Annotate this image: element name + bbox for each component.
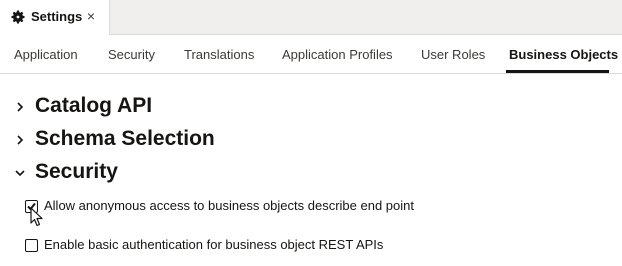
active-tab-indicator [506, 70, 609, 73]
section-title: Catalog API [35, 94, 153, 117]
tab-security[interactable]: Security [108, 47, 155, 62]
section-security[interactable]: Security [14, 158, 144, 186]
anonymous-access-option: Allow anonymous access to business objec… [25, 198, 425, 216]
section-title: Security [35, 160, 118, 183]
basic-auth-checkbox[interactable] [25, 239, 38, 252]
settings-tab-title: Settings [31, 9, 83, 24]
section-catalog-api[interactable]: Catalog API [14, 92, 174, 120]
anonymous-access-label[interactable]: Allow anonymous access to business objec… [44, 198, 414, 214]
gear-icon [11, 10, 25, 24]
section-schema-selection[interactable]: Schema Selection [14, 125, 234, 153]
basic-auth-label[interactable]: Enable basic authentication for business… [44, 237, 383, 253]
section-title: Schema Selection [35, 127, 215, 150]
chevron-down-icon [14, 166, 26, 178]
basic-auth-option: Enable basic authentication for business… [25, 237, 405, 255]
settings-editor-tab[interactable]: Settings × [0, 0, 110, 35]
mouse-pointer-icon [30, 207, 44, 227]
tab-application[interactable]: Application [14, 47, 78, 62]
chevron-right-icon [14, 100, 26, 112]
tab-business-objects[interactable]: Business Objects [509, 47, 618, 62]
chevron-right-icon [14, 133, 26, 145]
settings-subtabs: Application Security Translations Applic… [0, 35, 622, 74]
tab-application-profiles[interactable]: Application Profiles [282, 47, 393, 62]
editor-tab-strip: Settings × [0, 0, 622, 35]
settings-editor: Settings × Application Security Translat… [0, 0, 622, 266]
tab-user-roles[interactable]: User Roles [421, 47, 485, 62]
close-tab-icon[interactable]: × [84, 8, 98, 24]
tab-translations[interactable]: Translations [184, 47, 254, 62]
